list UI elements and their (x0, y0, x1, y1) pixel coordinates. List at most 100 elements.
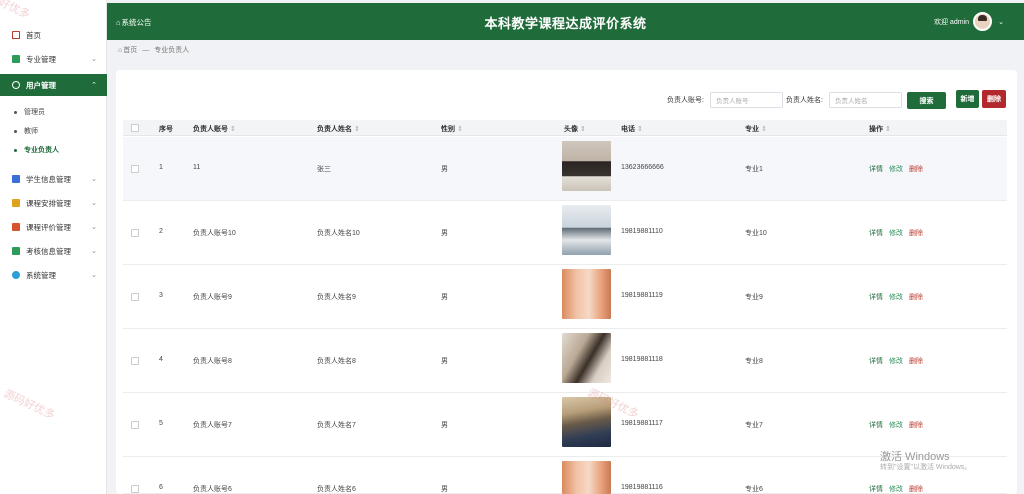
cell-name: 负责人姓名6 (317, 486, 356, 493)
chevron-down-icon: ⌄ (91, 56, 97, 63)
edit-link[interactable]: 修改 (889, 420, 903, 430)
page-title: 本科教学课程达成评价系统 (484, 16, 647, 31)
col-major[interactable]: 专业 ⇕ (745, 124, 767, 134)
sidebar-item-label: 专业管理 (26, 54, 56, 64)
detail-link[interactable]: 详情 (869, 484, 883, 494)
search-button[interactable]: 搜索 (907, 92, 946, 109)
cell-major: 专业6 (745, 486, 763, 493)
col-phone[interactable]: 电话 ⇕ (621, 124, 643, 134)
sidebar-item-evaluation[interactable]: 课程评价管理 ⌄ (0, 217, 107, 237)
avatar-photo (562, 205, 611, 255)
delete-link[interactable]: 删除 (909, 292, 923, 302)
edit-link[interactable]: 修改 (889, 228, 903, 238)
sort-icon[interactable]: ⇕ (761, 126, 767, 133)
schedule-icon (12, 199, 20, 207)
breadcrumb-home[interactable]: 首页 (123, 45, 137, 55)
cell-major: 专业1 (745, 166, 763, 173)
chevron-down-icon[interactable]: ⌄ (998, 18, 1004, 26)
chevron-down-icon: ⌄ (91, 200, 97, 207)
delete-link[interactable]: 删除 (909, 420, 923, 430)
cell-no: 6 (159, 484, 163, 491)
sort-icon[interactable]: ⇕ (580, 126, 586, 133)
sort-icon[interactable]: ⇕ (885, 126, 891, 133)
cell-phone: 19819881116 (621, 484, 663, 491)
avatar[interactable] (973, 12, 992, 31)
sidebar-item-schedule[interactable]: 课程安排管理 ⌄ (0, 193, 107, 213)
row-checkbox[interactable] (131, 421, 139, 429)
delete-link[interactable]: 删除 (909, 356, 923, 366)
sidebar-item-system[interactable]: 系统管理 ⌄ (0, 265, 107, 285)
sidebar-item-exam[interactable]: 考核信息管理 ⌄ (0, 241, 107, 261)
search-bar: 负责人账号: 负责人账号 负责人姓名: 负责人姓名 搜索 新增 删除 (0, 90, 1024, 109)
sidebar-item-label: 首页 (26, 30, 41, 40)
table-header: 序号 负责人账号 ⇕ 负责人姓名 ⇕ 性别 ⇕ 头像 ⇕ 电话 ⇕ 专业 ⇕ 操作 ⇕ (123, 120, 1007, 136)
col-label: 专业 (745, 126, 759, 133)
row-checkbox[interactable] (131, 229, 139, 237)
row-checkbox[interactable] (131, 485, 139, 493)
edit-link[interactable]: 修改 (889, 292, 903, 302)
exam-icon (12, 247, 20, 255)
cell-name: 负责人姓名7 (317, 422, 356, 429)
cell-major: 专业9 (745, 294, 763, 301)
name-search-input[interactable]: 负责人姓名 (829, 92, 902, 108)
account-search-input[interactable]: 负责人账号 (710, 92, 783, 108)
cell-no: 4 (159, 356, 163, 363)
table-row[interactable]: 6 负责人账号6 负责人姓名6 男 19819881116 专业6 详情 修改 … (123, 457, 1007, 494)
sidebar-sub-major-leader[interactable]: 专业负责人 (14, 143, 59, 157)
cell-name: 张三 (317, 166, 331, 173)
row-checkbox[interactable] (131, 293, 139, 301)
col-name[interactable]: 负责人姓名 ⇕ (317, 124, 360, 134)
detail-link[interactable]: 详情 (869, 356, 883, 366)
col-gender[interactable]: 性别 ⇕ (441, 124, 463, 134)
select-all-checkbox[interactable] (131, 124, 139, 132)
sidebar-item-label: 学生信息管理 (26, 174, 71, 184)
detail-link[interactable]: 详情 (869, 228, 883, 238)
delete-link[interactable]: 删除 (909, 164, 923, 174)
cell-no: 2 (159, 228, 163, 235)
sidebar-item-major[interactable]: 专业管理 ⌄ (0, 49, 107, 69)
sort-icon[interactable]: ⇕ (637, 126, 643, 133)
user-icon (12, 81, 20, 89)
chevron-down-icon: ⌄ (91, 248, 97, 255)
delete-link[interactable]: 删除 (909, 228, 923, 238)
sidebar-sub-teacher[interactable]: 教师 (14, 124, 38, 138)
sort-icon[interactable]: ⇕ (457, 126, 463, 133)
col-label: 序号 (159, 126, 173, 133)
sidebar-item-home[interactable]: 首页 (0, 25, 107, 45)
col-account[interactable]: 负责人账号 ⇕ (193, 124, 236, 134)
row-checkbox[interactable] (131, 357, 139, 365)
sort-icon[interactable]: ⇕ (230, 126, 236, 133)
col-label: 负责人账号 (193, 126, 228, 133)
delete-link[interactable]: 删除 (909, 484, 923, 494)
detail-link[interactable]: 详情 (869, 292, 883, 302)
bullet-icon (14, 110, 17, 114)
account-placeholder: 负责人账号 (716, 98, 749, 105)
col-label: 电话 (621, 126, 635, 133)
cell-gender: 男 (441, 294, 448, 301)
row-checkbox[interactable] (131, 165, 139, 173)
table-row[interactable]: 5 负责人账号7 负责人姓名7 男 19819881117 专业7 详情 修改 … (123, 393, 1007, 457)
delete-button[interactable]: 删除 (982, 90, 1006, 108)
table-row[interactable]: 2 负责人账号10 负责人姓名10 男 19819881110 专业10 详情 … (123, 201, 1007, 265)
cell-gender: 男 (441, 422, 448, 429)
cell-phone: 13623666666 (621, 164, 664, 171)
table-row[interactable]: 3 负责人账号9 负责人姓名9 男 19819881119 专业9 详情 修改 … (123, 265, 1007, 329)
cell-phone: 19819881118 (621, 356, 663, 363)
table-row[interactable]: 4 负责人账号8 负责人姓名8 男 19819881118 专业8 详情 修改 … (123, 329, 1007, 393)
table-row[interactable]: 1 11 张三 男 13623666666 专业1 详情 修改 删除 (123, 137, 1007, 201)
cell-account: 负责人账号7 (193, 422, 232, 429)
edit-link[interactable]: 修改 (889, 356, 903, 366)
sidebar-item-students[interactable]: 学生信息管理 ⌄ (0, 169, 107, 189)
sort-icon[interactable]: ⇕ (354, 126, 360, 133)
sidebar: 首页 专业管理 ⌄ 用户管理 ⌃ 管理员 教师 专业负责人 学生信息管理 ⌄ 课… (0, 0, 107, 494)
add-button[interactable]: 新增 (956, 90, 979, 108)
cell-major: 专业8 (745, 358, 763, 365)
col-actions: 操作 ⇕ (869, 124, 891, 134)
major-icon (12, 55, 20, 63)
edit-link[interactable]: 修改 (889, 484, 903, 494)
chevron-down-icon: ⌄ (91, 224, 97, 231)
detail-link[interactable]: 详情 (869, 420, 883, 430)
col-avatar[interactable]: 头像 ⇕ (564, 124, 586, 134)
edit-link[interactable]: 修改 (889, 164, 903, 174)
detail-link[interactable]: 详情 (869, 164, 883, 174)
